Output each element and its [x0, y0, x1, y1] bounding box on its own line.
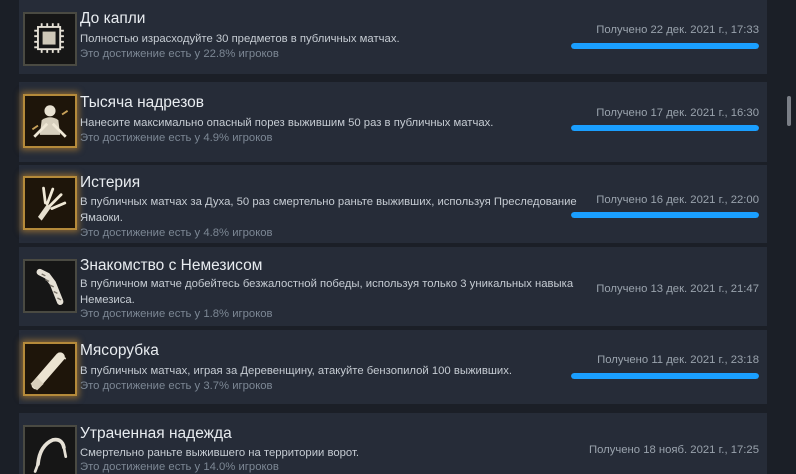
achievement-title: Утраченная надежда [80, 425, 232, 442]
achievement-unlock-date: Получено 13 дек. 2021 г., 21:47 [596, 283, 759, 295]
achievements-page: До капли Полностью израсходуйте 30 предм… [0, 0, 796, 474]
achievement-percent: Это достижение есть у 22.8% игроков [80, 48, 279, 60]
achievement-progress-bar [571, 373, 759, 379]
achievement-unlock-date: Получено 17 дек. 2021 г., 16:30 [596, 107, 759, 119]
box-icon [23, 12, 77, 66]
claw-icon [23, 176, 77, 230]
progress-fill [571, 125, 759, 131]
achievement-description: Полностью израсходуйте 30 предметов в пу… [80, 33, 400, 45]
achievement-row: Утраченная надежда Смертельно раньте выж… [19, 413, 767, 474]
progress-fill [571, 373, 759, 379]
cutter-icon [23, 94, 77, 148]
achievement-progress-bar [571, 43, 759, 49]
achievement-unlock-date: Получено 22 дек. 2021 г., 17:33 [596, 24, 759, 36]
achievement-title: Истерия [80, 174, 141, 191]
achievement-description: В публичных матчах за Духа, 50 раз смерт… [80, 196, 577, 224]
tentacle-icon [23, 259, 77, 313]
achievement-unlock-date: Получено 11 дек. 2021 г., 23:18 [597, 354, 759, 366]
achievement-unlock-date: Получено 18 нояб. 2021 г., 17:25 [588, 444, 759, 456]
achievement-title: Тысяча надрезов [80, 94, 204, 111]
achievement-percent: Это достижение есть у 3.7% игроков [80, 380, 273, 392]
achievement-row: Тысяча надрезов Нанесите максимально опа… [19, 82, 767, 162]
achievement-progress-bar [571, 125, 759, 131]
achievement-description: Нанесите максимально опасный порез выжив… [80, 117, 494, 129]
scrollbar-thumb[interactable] [787, 96, 791, 126]
achievement-title: До капли [80, 10, 146, 27]
achievement-title: Знакомство с Немезисом [80, 257, 263, 274]
achievement-percent: Это достижение есть у 4.9% игроков [80, 132, 273, 144]
chainsaw-icon [23, 342, 77, 396]
hook-icon [23, 425, 77, 474]
progress-fill [571, 43, 759, 49]
progress-fill [571, 212, 759, 218]
achievement-row: Знакомство с Немезисом В публичном матче… [19, 247, 767, 326]
achievement-description: В публичном матче добейтесь безжалостной… [80, 278, 574, 306]
achievement-row: Мясорубка В публичных матчах, играя за Д… [19, 330, 767, 404]
achievement-row: Истерия В публичных матчах за Духа, 50 р… [19, 165, 767, 243]
achievement-row: До капли Полностью израсходуйте 30 предм… [19, 0, 767, 74]
achievement-unlock-date: Получено 16 дек. 2021 г., 22:00 [596, 194, 759, 206]
achievement-description: В публичных матчах, играя за Деревенщину… [80, 365, 512, 377]
achievement-percent: Это достижение есть у 14.0% игроков [80, 461, 279, 473]
achievement-progress-bar [571, 212, 759, 218]
achievement-title: Мясорубка [80, 342, 159, 359]
achievement-percent: Это достижение есть у 4.8% игроков [80, 227, 273, 239]
achievement-percent: Это достижение есть у 1.8% игроков [80, 308, 273, 320]
achievement-description: Смертельно раньте выжившего на территори… [80, 447, 360, 459]
